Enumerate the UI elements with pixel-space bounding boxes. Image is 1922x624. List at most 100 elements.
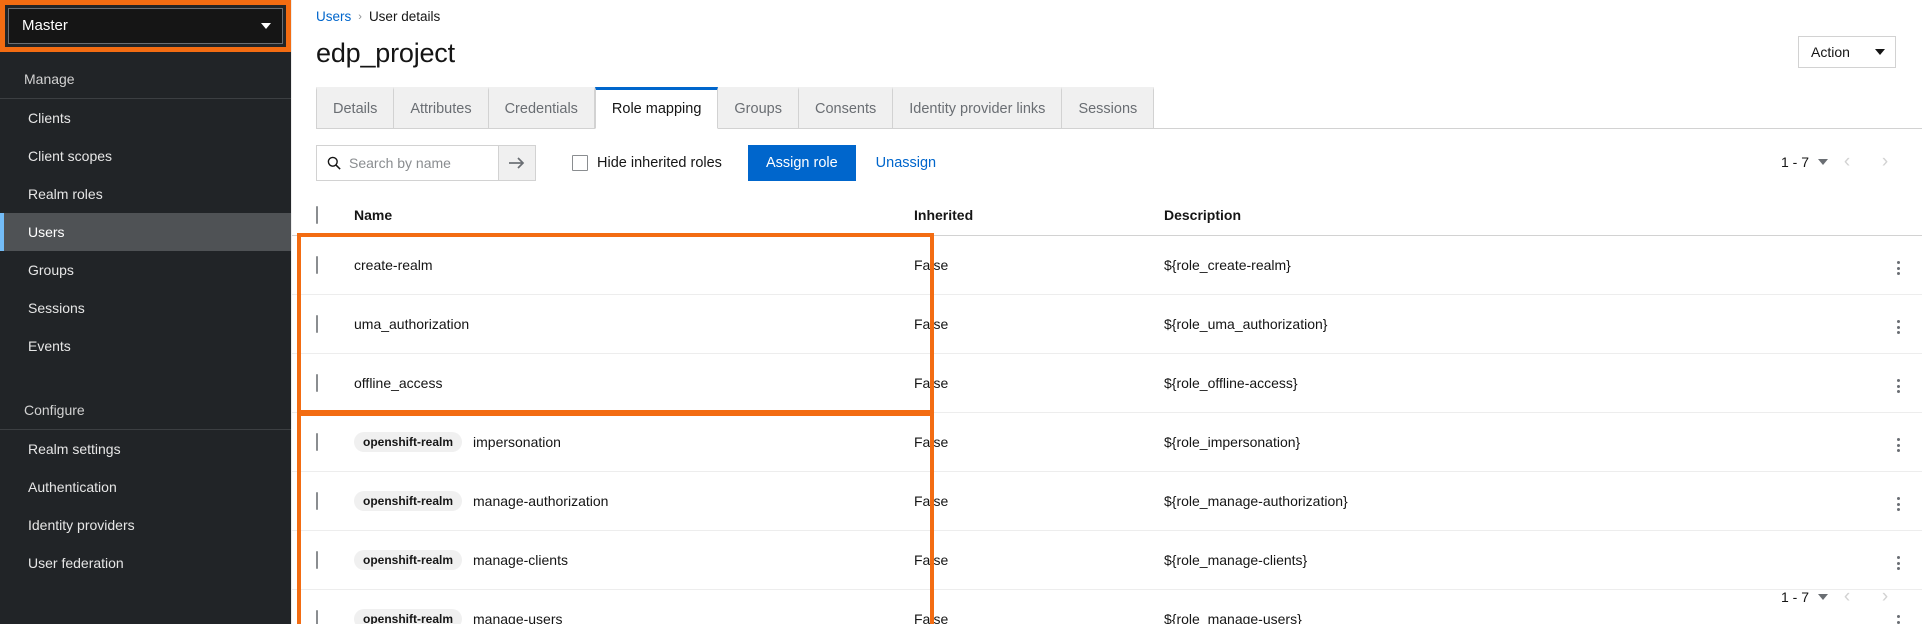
sidebar-item-authentication[interactable]: Authentication (0, 468, 291, 506)
tab-details[interactable]: Details (316, 87, 394, 128)
tab-identity-provider-links[interactable]: Identity provider links (893, 87, 1062, 128)
hide-inherited-roles-checkbox[interactable] (572, 155, 588, 171)
bottom-pagination-range: 1 - 7 (1781, 589, 1809, 605)
search-group (316, 145, 536, 181)
page-header: Users › User details edp_project Action (292, 0, 1922, 69)
row-client-badge: openshift-realm (354, 550, 462, 570)
sidebar-item-events[interactable]: Events (0, 327, 291, 365)
row-description: ${role_manage-clients} (1164, 531, 1874, 590)
row-name: manage-clients (473, 552, 568, 568)
breadcrumb-separator-icon: › (358, 11, 362, 23)
chevron-down-icon (261, 23, 271, 29)
sidebar-spacer (0, 365, 291, 391)
row-kebab-menu-icon[interactable] (1893, 434, 1904, 456)
row-kebab-menu-icon[interactable] (1893, 552, 1904, 574)
row-inherited: False (914, 236, 1164, 295)
caret-down-icon (1875, 49, 1885, 55)
top-pagination-caret-down-icon[interactable] (1818, 159, 1828, 165)
column-header-description: Description (1164, 195, 1874, 236)
row-kebab-menu-icon[interactable] (1893, 257, 1904, 279)
bottom-pagination-caret-down-icon[interactable] (1818, 594, 1828, 600)
tab-consents[interactable]: Consents (799, 87, 893, 128)
row-checkbox[interactable] (316, 315, 318, 333)
row-inherited: False (914, 413, 1164, 472)
sidebar-item-identity-providers[interactable]: Identity providers (0, 506, 291, 544)
select-all-checkbox[interactable] (316, 206, 318, 224)
column-header-name: Name (354, 195, 914, 236)
row-checkbox[interactable] (316, 433, 318, 451)
sidebar-item-groups[interactable]: Groups (0, 251, 291, 289)
row-checkbox[interactable] (316, 492, 318, 510)
action-button[interactable]: Action (1798, 36, 1896, 68)
row-checkbox[interactable] (316, 551, 318, 569)
realm-selector-container: Master (0, 0, 291, 52)
hide-inherited-roles-control[interactable]: Hide inherited roles (572, 155, 722, 171)
sidebar-item-user-federation[interactable]: User federation (0, 544, 291, 582)
row-kebab-menu-icon[interactable] (1893, 493, 1904, 515)
top-pagination-next-button[interactable]: › (1866, 145, 1904, 179)
bottom-pagination-prev-button[interactable]: ‹ (1828, 580, 1866, 614)
row-description: ${role_uma_authorization} (1164, 295, 1874, 354)
select-all-cell (292, 195, 354, 236)
table-body: create-realm False ${role_create-realm} … (292, 236, 1922, 624)
row-name: manage-authorization (473, 493, 608, 509)
assign-role-button[interactable]: Assign role (748, 145, 856, 181)
role-mapping-table: Name Inherited Description create-realm … (292, 195, 1922, 624)
row-inherited: False (914, 590, 1164, 624)
row-kebab-menu-icon[interactable] (1893, 316, 1904, 338)
breadcrumb-users-link[interactable]: Users (316, 9, 351, 24)
tab-sessions[interactable]: Sessions (1062, 87, 1154, 128)
row-name: manage-users (473, 611, 563, 624)
row-kebab-menu-icon[interactable] (1893, 375, 1904, 397)
realm-selector[interactable]: Master (8, 8, 283, 44)
top-pagination-prev-button[interactable]: ‹ (1828, 145, 1866, 179)
tab-groups[interactable]: Groups (718, 87, 799, 128)
column-header-actions (1874, 195, 1922, 236)
row-name: create-realm (354, 257, 433, 273)
unassign-button[interactable]: Unassign (876, 145, 936, 181)
table-row: offline_access False ${role_offline-acce… (292, 354, 1922, 413)
table-row: uma_authorization False ${role_uma_autho… (292, 295, 1922, 354)
table-header-row: Name Inherited Description (292, 195, 1922, 236)
table-toolbar: Hide inherited roles Assign role Unassig… (292, 129, 1922, 195)
sidebar-item-client-scopes[interactable]: Client scopes (0, 137, 291, 175)
table-row: openshift-realm manage-clients False ${r… (292, 531, 1922, 590)
sidebar-item-realm-roles[interactable]: Realm roles (0, 175, 291, 213)
sidebar-item-sessions[interactable]: Sessions (0, 289, 291, 327)
row-name: impersonation (473, 434, 561, 450)
row-client-badge: openshift-realm (354, 609, 462, 624)
realm-selector-label: Master (22, 17, 68, 34)
row-checkbox[interactable] (316, 610, 318, 624)
search-submit-button[interactable] (498, 145, 536, 181)
bottom-pagination-next-button[interactable]: › (1866, 580, 1904, 614)
tab-attributes[interactable]: Attributes (394, 87, 488, 128)
search-field-container[interactable] (316, 145, 498, 181)
hide-inherited-roles-label: Hide inherited roles (597, 155, 722, 171)
keycloak-admin-console: Master Manage Clients Client scopes Real… (0, 0, 1922, 624)
table-row: openshift-realm manage-users False ${rol… (292, 590, 1922, 624)
sidebar-item-realm-settings[interactable]: Realm settings (0, 430, 291, 468)
sidebar-section-configure: Configure (0, 391, 291, 430)
table-row: openshift-realm impersonation False ${ro… (292, 413, 1922, 472)
column-header-inherited: Inherited (914, 195, 1164, 236)
row-description: ${role_create-realm} (1164, 236, 1874, 295)
row-client-badge: openshift-realm (354, 432, 462, 452)
top-pagination: 1 - 7 ‹ › (1781, 145, 1904, 179)
row-checkbox[interactable] (316, 256, 318, 274)
table-row: create-realm False ${role_create-realm} (292, 236, 1922, 295)
row-name: offline_access (354, 375, 442, 391)
row-checkbox[interactable] (316, 374, 318, 392)
main-content: Users › User details edp_project Action … (291, 0, 1922, 624)
sidebar-section-manage: Manage (0, 60, 291, 99)
table-row: openshift-realm manage-authorization Fal… (292, 472, 1922, 531)
row-description: ${role_offline-access} (1164, 354, 1874, 413)
tab-credentials[interactable]: Credentials (489, 87, 595, 128)
sidebar-item-clients[interactable]: Clients (0, 99, 291, 137)
page-title: edp_project (316, 38, 1898, 69)
sidebar: Master Manage Clients Client scopes Real… (0, 0, 291, 624)
sidebar-item-users[interactable]: Users (0, 213, 291, 251)
bottom-pagination: 1 - 7 ‹ › (1781, 580, 1904, 614)
row-client-badge: openshift-realm (354, 491, 462, 511)
row-inherited: False (914, 295, 1164, 354)
tab-role-mapping[interactable]: Role mapping (595, 87, 718, 129)
